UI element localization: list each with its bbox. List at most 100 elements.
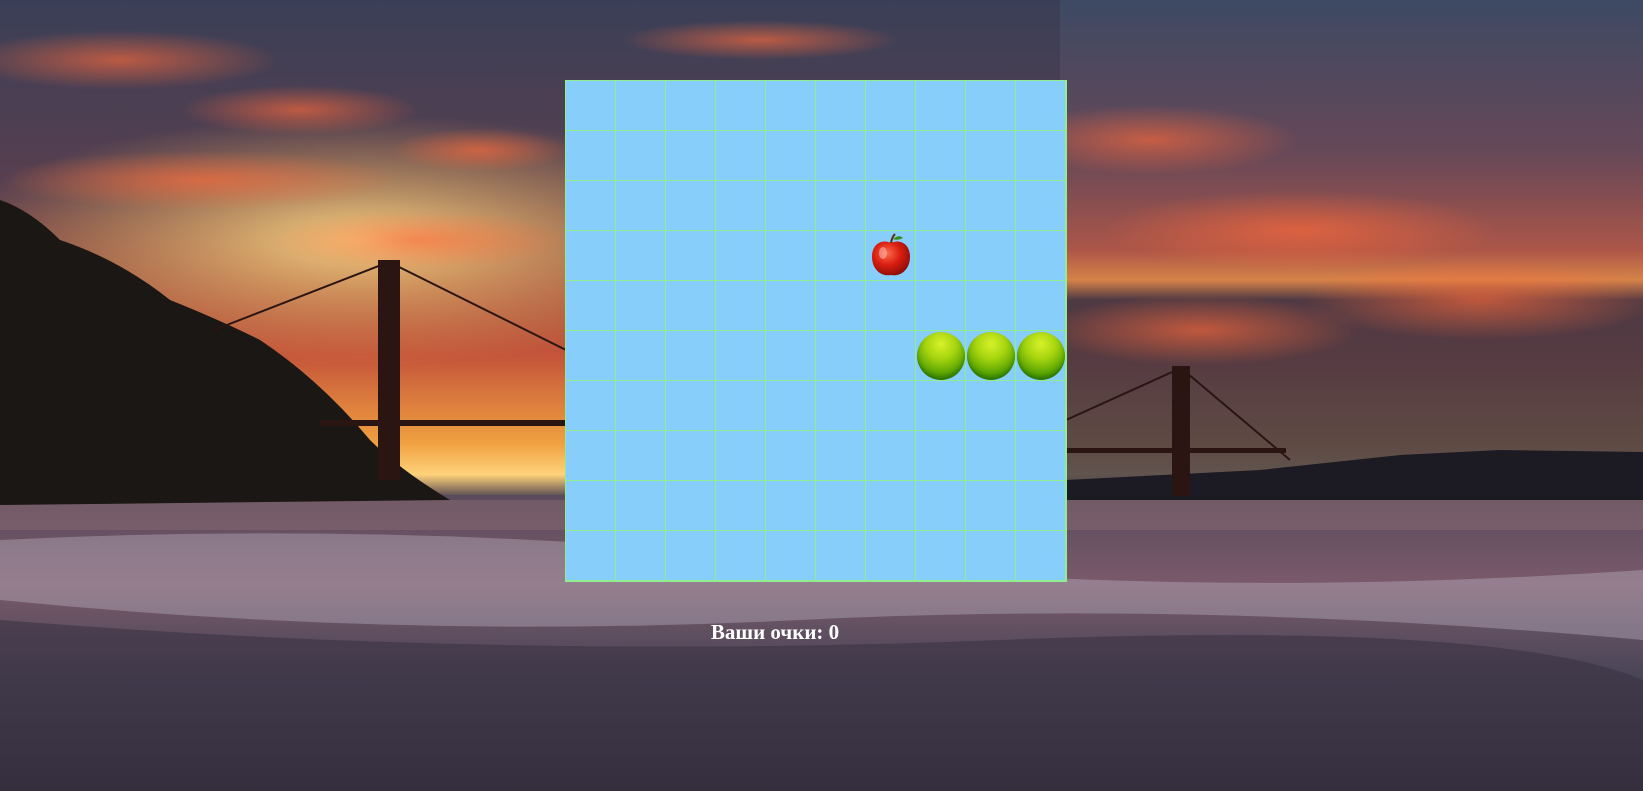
- grid-cell: [716, 381, 766, 431]
- grid-cell: [566, 381, 616, 431]
- grid-cell: [716, 181, 766, 231]
- grid-cell: [666, 281, 716, 331]
- grid-cell: [716, 81, 766, 131]
- grid-cell: [616, 181, 666, 231]
- grid-cell: [666, 81, 716, 131]
- grid-cell: [716, 231, 766, 281]
- grid-cell: [766, 331, 816, 381]
- grid-cell: [816, 531, 866, 581]
- grid-cell: [966, 131, 1016, 181]
- grid-cell: [916, 431, 966, 481]
- grid-cell: [916, 131, 966, 181]
- grid-cell: [616, 81, 666, 131]
- grid-cell: [766, 131, 816, 181]
- grid-cell: [616, 231, 666, 281]
- grid-cell: [1016, 381, 1066, 431]
- grid-cell: [566, 531, 616, 581]
- grid-cell: [1016, 281, 1066, 331]
- grid-cell: [866, 131, 916, 181]
- grid-cell: [1016, 481, 1066, 531]
- grid-cell: [1016, 431, 1066, 481]
- grid-cell: [916, 381, 966, 431]
- grid-cell: [666, 231, 716, 281]
- grid-cell: [616, 281, 666, 331]
- snake-segment: [1017, 332, 1065, 380]
- grid-cell: [816, 281, 866, 331]
- snake-head: [917, 332, 965, 380]
- grid-cell: [866, 431, 916, 481]
- game-board[interactable]: [565, 80, 1067, 582]
- grid-cell: [1016, 531, 1066, 581]
- grid-cell: [666, 431, 716, 481]
- grid-cell: [916, 481, 966, 531]
- grid-cell: [566, 481, 616, 531]
- grid-cell: [716, 481, 766, 531]
- grid-cell: [616, 331, 666, 381]
- grid-cell: [916, 231, 966, 281]
- grid-cell: [716, 531, 766, 581]
- grid-cell: [816, 231, 866, 281]
- grid-cell: [966, 231, 1016, 281]
- grid-cell: [966, 431, 1016, 481]
- grid-cell: [666, 481, 716, 531]
- grid-cell: [866, 281, 916, 331]
- grid-cell: [766, 181, 816, 231]
- grid-cell: [916, 181, 966, 231]
- grid-cell: [566, 131, 616, 181]
- grid-cell: [666, 181, 716, 231]
- grid-cell: [766, 281, 816, 331]
- grid-cell: [816, 131, 866, 181]
- grid-cell: [866, 81, 916, 131]
- grid-cell: [566, 81, 616, 131]
- grid-cell: [916, 531, 966, 581]
- grid-cell: [616, 531, 666, 581]
- grid-cell: [766, 231, 816, 281]
- grid-cell: [566, 331, 616, 381]
- score-label: Ваши очки: 0: [710, 620, 840, 644]
- grid-cell: [766, 431, 816, 481]
- grid-cell: [866, 381, 916, 431]
- grid-cell: [566, 431, 616, 481]
- grid-cell: [566, 231, 616, 281]
- grid-cell: [566, 181, 616, 231]
- grid-cell: [666, 131, 716, 181]
- grid-cell: [616, 481, 666, 531]
- grid-cell: [916, 81, 966, 131]
- grid-cell: [766, 381, 816, 431]
- grid-cell: [966, 281, 1016, 331]
- grid-cell: [666, 531, 716, 581]
- grid-cell: [816, 431, 866, 481]
- grid-cell: [666, 381, 716, 431]
- grid-cell: [766, 81, 816, 131]
- snake-segment: [967, 332, 1015, 380]
- grid-cell: [966, 81, 1016, 131]
- grid-cell: [716, 281, 766, 331]
- grid-cell: [716, 431, 766, 481]
- grid-cell: [816, 81, 866, 131]
- grid-cell: [966, 181, 1016, 231]
- grid-cell: [966, 531, 1016, 581]
- grid-cell: [916, 281, 966, 331]
- grid-cell: [616, 431, 666, 481]
- grid-cell: [866, 331, 916, 381]
- grid-cell: [866, 481, 916, 531]
- grid-cell: [566, 281, 616, 331]
- grid-cell: [616, 381, 666, 431]
- grid-cell: [616, 131, 666, 181]
- grid-cell: [866, 181, 916, 231]
- grid-cell: [816, 331, 866, 381]
- grid-cell: [1016, 81, 1066, 131]
- grid-cell: [766, 481, 816, 531]
- grid-cell: [1016, 131, 1066, 181]
- grid-cell: [766, 531, 816, 581]
- grid-cell: [816, 481, 866, 531]
- grid-cell: [966, 481, 1016, 531]
- grid-cell: [966, 381, 1016, 431]
- apple-icon: [866, 231, 916, 281]
- grid-cell: [716, 331, 766, 381]
- grid-cell: [666, 331, 716, 381]
- grid-cell: [816, 181, 866, 231]
- grid-cell: [1016, 231, 1066, 281]
- grid-cell: [1016, 181, 1066, 231]
- grid-cell: [816, 381, 866, 431]
